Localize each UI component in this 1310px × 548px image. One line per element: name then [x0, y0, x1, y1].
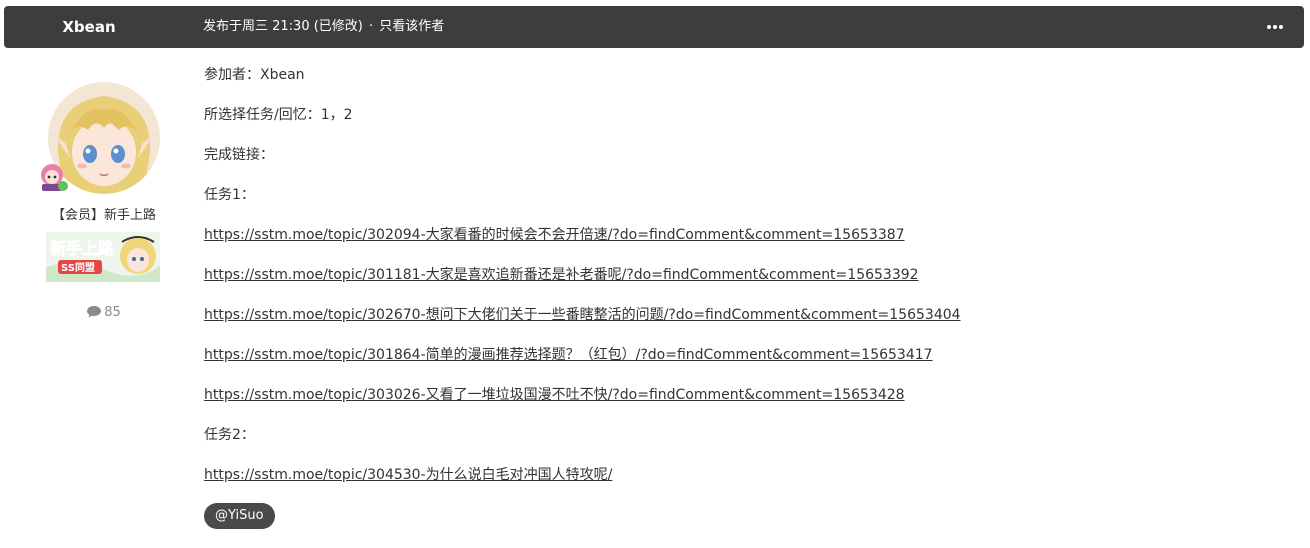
author-name-link[interactable]: Xbean — [4, 6, 174, 48]
more-options-icon[interactable] — [1264, 18, 1286, 36]
task1-link-4[interactable]: https://sstm.moe/topic/301864-简单的漫画推荐选择题… — [204, 347, 933, 363]
task2-label: 任务2： — [204, 427, 255, 443]
post-meta: 发布于周三 21:30 (已修改) · 只看该作者 — [203, 6, 444, 48]
post-content: 参加者：Xbean 所选择任务/回忆：1，2 完成链接： 任务1： https:… — [204, 63, 1284, 503]
mention-tag[interactable]: @YiSuo — [204, 503, 275, 529]
rank-badge-subtext: SS同盟 — [61, 262, 95, 274]
task1-label: 任务1： — [204, 187, 255, 203]
selected-tasks-line: 所选择任务/回忆：1，2 — [204, 107, 353, 123]
member-group-label: 【会员】新手上路 — [51, 208, 156, 223]
member-group-icon — [38, 160, 70, 192]
task1-link-2[interactable]: https://sstm.moe/topic/301181-大家是喜欢追新番还是… — [204, 267, 919, 283]
post-count: 85 — [0, 305, 208, 320]
comment-icon — [87, 306, 102, 318]
task2-link-1[interactable]: https://sstm.moe/topic/304530-为什么说白毛对冲国人… — [204, 467, 612, 483]
meta-separator: · — [369, 19, 374, 34]
rank-badge-image: 新手上路 SS同盟 — [46, 232, 160, 282]
completion-links-label: 完成链接： — [204, 147, 274, 163]
task1-link-3[interactable]: https://sstm.moe/topic/302670-想问下大佬们关于一些… — [204, 307, 961, 323]
task1-link-1[interactable]: https://sstm.moe/topic/302094-大家看番的时候会不会… — [204, 227, 905, 243]
post-count-value: 85 — [104, 305, 121, 320]
posted-time[interactable]: 发布于周三 21:30 (已修改) — [203, 19, 363, 34]
participant-line: 参加者：Xbean — [204, 67, 305, 83]
task1-link-5[interactable]: https://sstm.moe/topic/303026-又看了一堆垃圾国漫不… — [204, 387, 905, 403]
only-author-link[interactable]: 只看该作者 — [379, 19, 444, 34]
rank-badge-text: 新手上路 — [50, 239, 115, 258]
post-header: Xbean 发布于周三 21:30 (已修改) · 只看该作者 — [4, 6, 1304, 48]
